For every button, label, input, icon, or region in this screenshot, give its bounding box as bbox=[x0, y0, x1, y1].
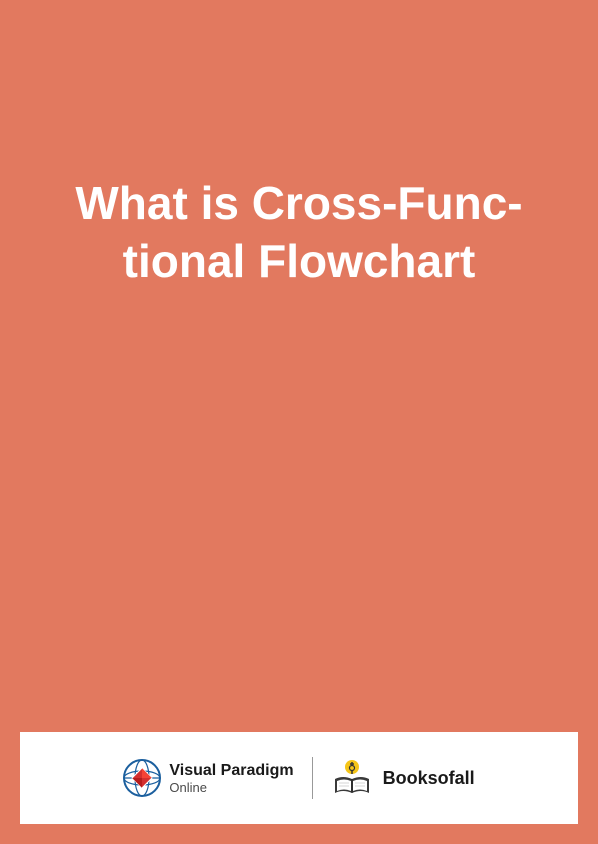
brand-name-main: Visual Paradigm bbox=[169, 763, 293, 779]
footer-bar: Visual Paradigm Online bbox=[20, 732, 578, 824]
visual-paradigm-text: Visual Paradigm Online bbox=[169, 763, 293, 794]
document-page: What is Cross-Func- tional Flowchart bbox=[0, 0, 598, 844]
visual-paradigm-icon bbox=[123, 759, 161, 797]
page-title: What is Cross-Func- tional Flowchart bbox=[20, 175, 578, 290]
booksofall-brand: Booksofall bbox=[331, 759, 475, 797]
content-area: What is Cross-Func- tional Flowchart bbox=[20, 20, 578, 824]
footer-divider bbox=[312, 757, 313, 799]
title-line-1: What is Cross-Func- bbox=[75, 177, 522, 229]
footer-content: Visual Paradigm Online bbox=[123, 757, 474, 799]
booksofall-icon bbox=[331, 759, 373, 797]
title-line-2: tional Flowchart bbox=[123, 235, 476, 287]
visual-paradigm-brand: Visual Paradigm Online bbox=[123, 759, 293, 797]
brand-name-sub: Online bbox=[169, 781, 293, 794]
booksofall-name: Booksofall bbox=[383, 768, 475, 789]
